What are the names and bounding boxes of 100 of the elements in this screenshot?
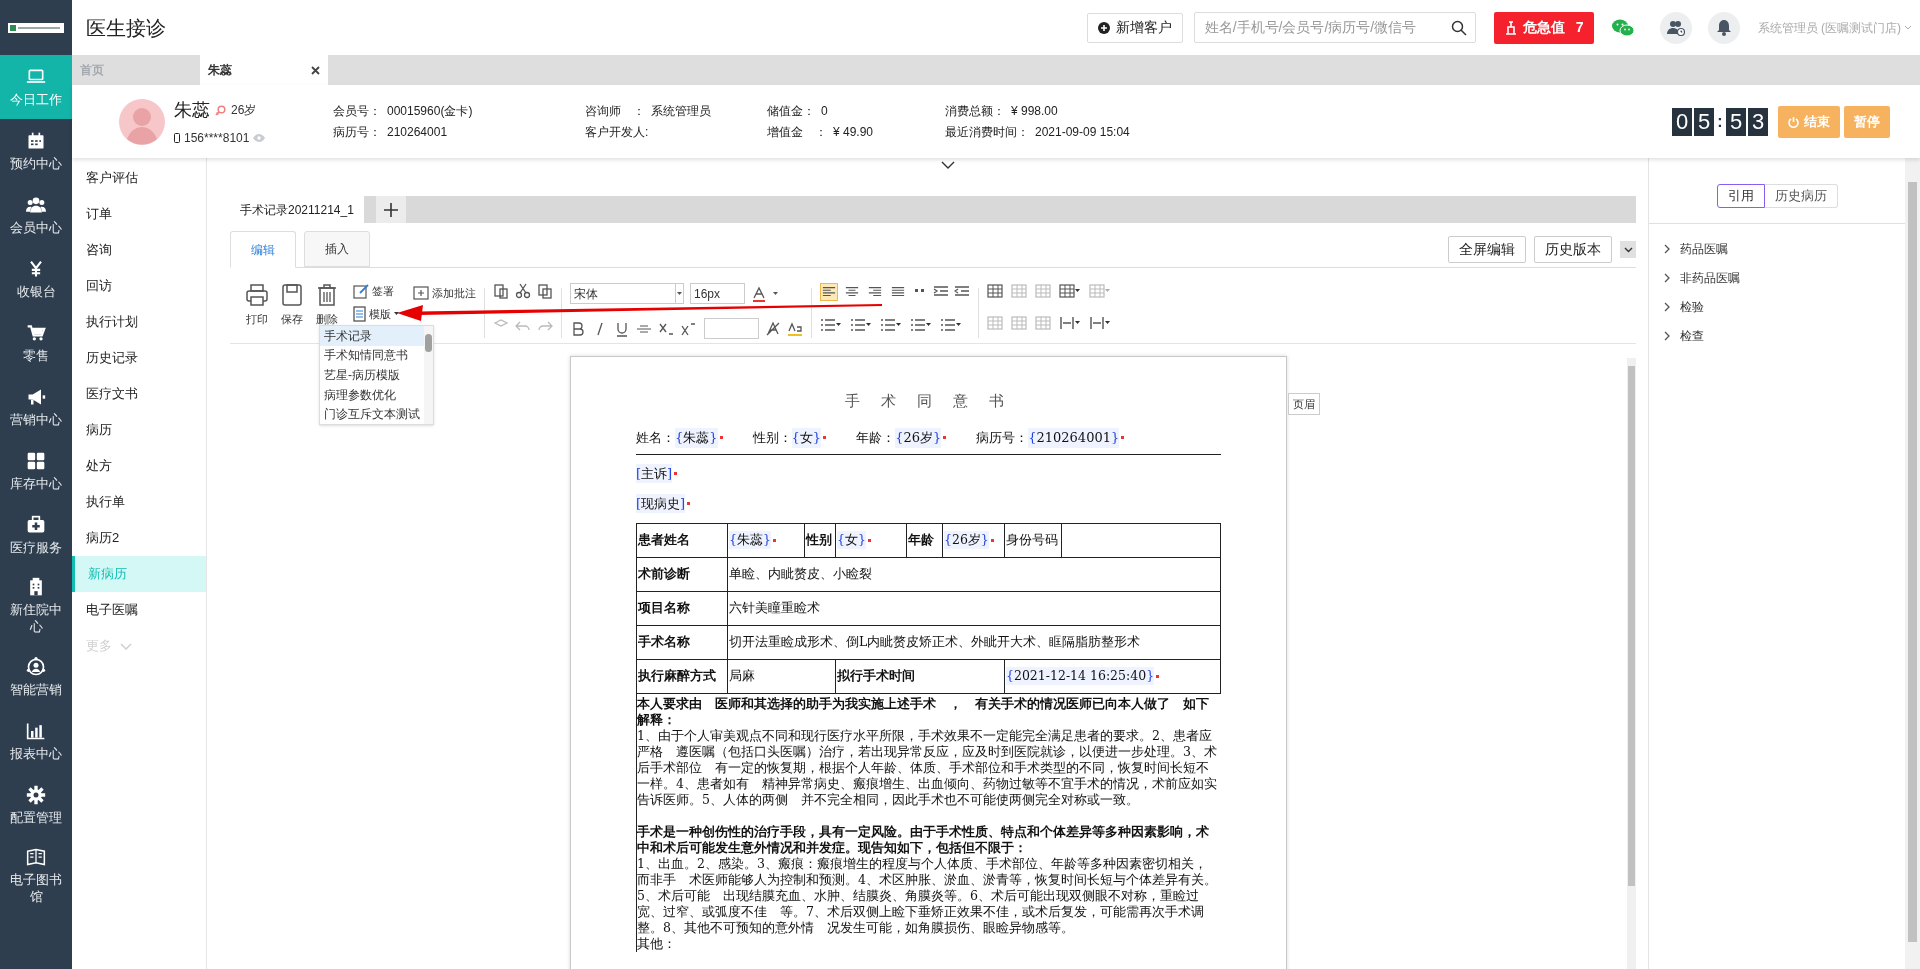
paragraph: 其他：: [637, 935, 677, 952]
sidebar-item[interactable]: 报表中心: [0, 709, 72, 773]
sidebar-item[interactable]: 营销中心: [0, 375, 72, 439]
cut-icon[interactable]: [515, 283, 531, 299]
editor-button[interactable]: 全屏编辑: [1448, 236, 1526, 263]
sidebar-item[interactable]: 新住院中心: [0, 567, 72, 645]
sub-nav-item[interactable]: 医疗文书: [72, 376, 206, 412]
info-value: 2021-09-09 15:04: [1035, 124, 1130, 141]
sidebar-item[interactable]: 收银台: [0, 247, 72, 311]
bulleted-list-icon[interactable]: [820, 317, 842, 333]
add-customer-button[interactable]: 新增客户: [1086, 12, 1183, 43]
sub-nav-item[interactable]: 历史记录: [72, 340, 206, 376]
tree-item[interactable]: 检验: [1664, 292, 1905, 321]
tree-item[interactable]: 非药品医嘱: [1664, 263, 1905, 292]
user-group-button[interactable]: [1659, 11, 1692, 44]
phone-icon: [174, 132, 180, 143]
toolbar-button[interactable]: 保存: [277, 283, 307, 328]
numbered-list-icon[interactable]: [850, 317, 872, 333]
tree-item[interactable]: 药品医嘱: [1664, 234, 1905, 263]
dropdown-item[interactable]: 门诊互斥文本测试: [320, 404, 424, 424]
sub-nav-item[interactable]: 病历2: [72, 520, 206, 556]
sidebar-item[interactable]: 库存中心: [0, 439, 72, 503]
sidebar-item[interactable]: 配置管理: [0, 773, 72, 837]
line-height-icon[interactable]: [940, 317, 962, 333]
close-icon[interactable]: [311, 65, 320, 75]
clear-format-icon[interactable]: [765, 320, 781, 337]
editor-tab[interactable]: 编辑: [230, 231, 296, 268]
superscript-icon[interactable]: [680, 320, 696, 337]
table-properties-icon[interactable]: [1059, 283, 1081, 299]
chevron-down-icon: [120, 642, 132, 650]
sub-nav-item[interactable]: 执行单: [72, 484, 206, 520]
page-tab[interactable]: 朱蕊: [200, 55, 328, 85]
align-center-icon: [845, 285, 859, 299]
save-icon: [280, 283, 304, 307]
sidebar-item[interactable]: 预约中心: [0, 119, 72, 183]
toolbar-button[interactable]: 删除: [312, 283, 342, 328]
sidebar-item[interactable]: 电子图书馆: [0, 837, 72, 915]
table-icon[interactable]: [987, 283, 1003, 299]
sub-nav-item[interactable]: 订单: [72, 196, 206, 232]
table-cell: 项目名称: [637, 591, 728, 625]
align-button[interactable]: [820, 283, 838, 301]
sidebar-item[interactable]: 智能营销: [0, 645, 72, 709]
editor-button[interactable]: 历史版本: [1534, 236, 1612, 263]
dropdown-item[interactable]: 手术记录: [320, 326, 424, 346]
sub-nav-item[interactable]: 回访: [72, 268, 206, 304]
bold-icon[interactable]: [570, 320, 586, 337]
add-comment-button[interactable]: 添加批注: [413, 285, 476, 302]
template-button[interactable]: 模版: [353, 305, 399, 322]
tree-item[interactable]: 检查: [1664, 321, 1905, 350]
line-spacing-down-icon[interactable]: [910, 317, 932, 333]
line-height-field[interactable]: [704, 318, 759, 339]
column-width-icon[interactable]: [1059, 315, 1081, 331]
sidebar-item[interactable]: 会员中心: [0, 183, 72, 247]
add-tab-button[interactable]: [375, 196, 406, 223]
sub-nav-item[interactable]: 病历: [72, 412, 206, 448]
sub-nav-item[interactable]: 客户评估: [72, 160, 206, 196]
document-tab[interactable]: 手术记录20211214_1: [230, 196, 364, 223]
info-label: 消费总额：: [945, 103, 1005, 120]
toolbar-button[interactable]: 打印: [242, 283, 272, 328]
scrollbar[interactable]: [424, 326, 433, 424]
row-height-icon[interactable]: [1089, 315, 1111, 331]
table-cell: 手术名称: [637, 625, 728, 659]
editor-tab[interactable]: 插入: [304, 231, 370, 267]
copy-icon[interactable]: [537, 283, 553, 299]
line-spacing-up-icon[interactable]: [880, 317, 902, 333]
sign-button[interactable]: 签署: [353, 283, 399, 300]
info-label: 储值金：: [767, 103, 815, 120]
critical-value-button[interactable]: 危急值 7: [1493, 11, 1594, 44]
dropdown-item[interactable]: 病理参数优化: [320, 384, 424, 405]
timer-digit: 3: [1748, 107, 1768, 136]
sidebar-item[interactable]: 零售: [0, 311, 72, 375]
font-select[interactable]: 宋体: [570, 283, 684, 304]
sub-nav-item[interactable]: 咨询: [72, 232, 206, 268]
font-color-icon[interactable]: [751, 285, 767, 302]
dropdown-item[interactable]: 手术知情同意书: [320, 345, 424, 366]
sub-nav-item[interactable]: 处方: [72, 448, 206, 484]
panel-tab[interactable]: 历史病历: [1764, 183, 1838, 208]
paste-icon[interactable]: [493, 283, 509, 299]
sidebar-item[interactable]: 医疗服务: [0, 503, 72, 567]
scrollbar[interactable]: [1627, 358, 1636, 969]
sub-nav-item[interactable]: 电子医嘱: [72, 592, 206, 628]
dropdown-item[interactable]: 艺星-病历模版: [320, 365, 424, 385]
patient-phone: 156****8101: [184, 129, 250, 147]
underline-icon[interactable]: [614, 320, 630, 337]
notification-button[interactable]: [1707, 11, 1740, 44]
sub-nav-item[interactable]: 执行计划: [72, 304, 206, 340]
panel-tab[interactable]: 引用: [1716, 183, 1765, 208]
info-value: 210264001: [387, 124, 448, 141]
section-heading: [现病史]: [636, 493, 686, 514]
wechat-icon[interactable]: [1611, 18, 1634, 37]
logo-icon: [8, 22, 64, 33]
collapse-button[interactable]: [1620, 241, 1636, 258]
font-size-field[interactable]: 16px: [690, 283, 745, 304]
highlight-icon[interactable]: [787, 320, 803, 337]
search-field[interactable]: 姓名/手机号/会员号/病历号/微信号: [1193, 12, 1476, 43]
scrollbar[interactable]: [1905, 158, 1920, 969]
chevron-down-icon[interactable]: [941, 161, 955, 169]
info-value: 系统管理员: [651, 103, 711, 120]
align-justify-icon: [891, 285, 905, 299]
page-header-button[interactable]: 页眉: [1288, 393, 1320, 415]
